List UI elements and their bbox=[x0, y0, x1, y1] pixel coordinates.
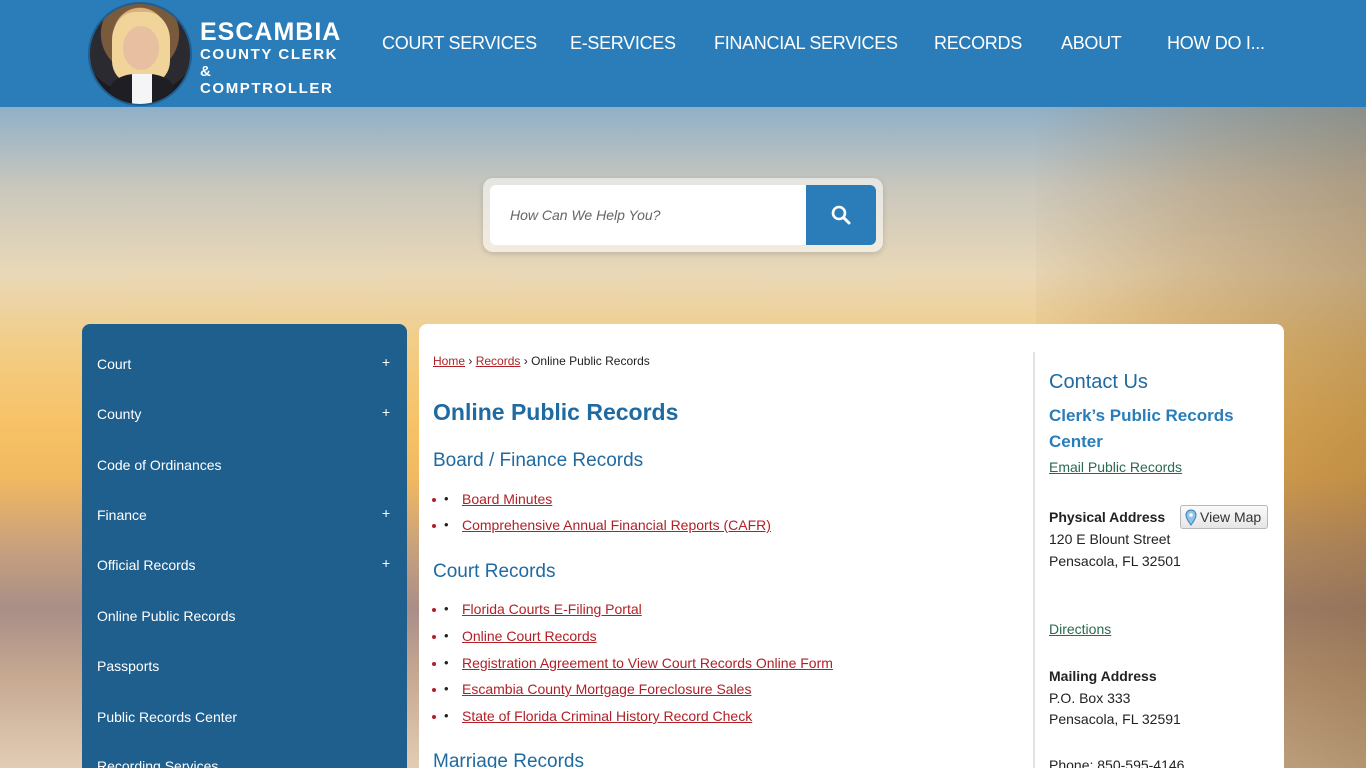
logo-line-2: COUNTY CLERK bbox=[200, 46, 339, 63]
link-registration-agreement[interactable]: Registration Agreement to View Court Rec… bbox=[462, 655, 833, 671]
expand-county-icon[interactable]: + bbox=[382, 404, 390, 420]
mailing-address-label: Mailing Address bbox=[1049, 668, 1157, 684]
physical-address-label: Physical Address bbox=[1049, 509, 1166, 525]
contact-subtitle: Clerk’s Public Records Center bbox=[1049, 406, 1234, 451]
section-heading-board-finance: Board / Finance Records bbox=[433, 450, 644, 471]
search-icon bbox=[831, 205, 851, 225]
page-title: Online Public Records bbox=[433, 399, 679, 425]
email-public-records-link[interactable]: Email Public Records bbox=[1049, 459, 1182, 475]
logo-line-3: & COMPTROLLER bbox=[200, 63, 334, 97]
breadcrumb-current: Online Public Records bbox=[531, 354, 650, 368]
mailing-address-line-2: Pensacola, FL 32591 bbox=[1049, 711, 1181, 727]
nav-court-services[interactable]: COURT SERVICES bbox=[382, 33, 537, 54]
breadcrumb-separator: › bbox=[523, 354, 528, 368]
sidebar-item-court[interactable]: Court bbox=[97, 356, 131, 372]
sidebar-item-recording-services[interactable]: Recording Services bbox=[97, 758, 218, 768]
physical-address-line-2: Pensacola, FL 32501 bbox=[1049, 553, 1181, 569]
nav-how-do-i[interactable]: HOW DO I... bbox=[1167, 33, 1265, 54]
expand-official-records-icon[interactable]: + bbox=[382, 555, 390, 571]
link-board-minutes[interactable]: Board Minutes bbox=[462, 491, 552, 507]
nav-financial-services[interactable]: FINANCIAL SERVICES bbox=[714, 33, 898, 54]
sidebar-item-official-records[interactable]: Official Records bbox=[97, 557, 196, 573]
section-heading-court-records: Court Records bbox=[433, 561, 556, 582]
physical-address-line-1: 120 E Blount Street bbox=[1049, 531, 1171, 547]
contact-phone: Phone: 850-595-4146 bbox=[1049, 757, 1185, 768]
view-map-button[interactable]: View Map bbox=[1180, 505, 1268, 529]
map-pin-icon bbox=[1185, 508, 1197, 526]
expand-finance-icon[interactable]: + bbox=[382, 505, 390, 521]
nav-records[interactable]: RECORDS bbox=[934, 33, 1022, 54]
clerk-portrait bbox=[88, 2, 192, 106]
sidebar-nav: Court + County + Code of Ordinances Fina… bbox=[82, 324, 407, 768]
link-online-court-records[interactable]: Online Court Records bbox=[462, 628, 597, 644]
breadcrumb-separator: › bbox=[468, 354, 473, 368]
logo-line-1: ESCAMBIA bbox=[200, 18, 342, 46]
nav-e-services[interactable]: E-SERVICES bbox=[570, 33, 676, 54]
link-e-filing-portal[interactable]: Florida Courts E-Filing Portal bbox=[462, 601, 642, 617]
section-heading-marriage-records: Marriage Records bbox=[433, 751, 584, 768]
breadcrumb-home[interactable]: Home bbox=[433, 354, 465, 368]
mailing-address-line-1: P.O. Box 333 bbox=[1049, 690, 1131, 706]
column-divider bbox=[1033, 352, 1035, 768]
link-foreclosure-sales[interactable]: Escambia County Mortgage Foreclosure Sal… bbox=[462, 681, 751, 697]
sidebar-item-code-of-ordinances[interactable]: Code of Ordinances bbox=[97, 457, 222, 473]
sidebar-item-county[interactable]: County bbox=[97, 406, 141, 422]
nav-about[interactable]: ABOUT bbox=[1061, 33, 1122, 54]
sidebar-item-passports[interactable]: Passports bbox=[97, 658, 159, 674]
sidebar-item-public-records-center[interactable]: Public Records Center bbox=[97, 709, 237, 725]
search-input[interactable] bbox=[490, 185, 806, 245]
link-criminal-history-check[interactable]: State of Florida Criminal History Record… bbox=[462, 708, 752, 724]
contact-title: Contact Us bbox=[1049, 371, 1148, 393]
site-logo[interactable]: ESCAMBIA COUNTY CLERK & COMPTROLLER bbox=[88, 2, 348, 106]
expand-court-icon[interactable]: + bbox=[382, 354, 390, 370]
directions-link[interactable]: Directions bbox=[1049, 621, 1111, 637]
view-map-label: View Map bbox=[1200, 509, 1262, 525]
logo-text: ESCAMBIA COUNTY CLERK & COMPTROLLER bbox=[200, 18, 348, 97]
sidebar-item-online-public-records[interactable]: Online Public Records bbox=[97, 608, 236, 624]
search-button[interactable] bbox=[806, 185, 876, 245]
sidebar-item-finance[interactable]: Finance bbox=[97, 507, 147, 523]
link-cafr[interactable]: Comprehensive Annual Financial Reports (… bbox=[462, 517, 771, 533]
breadcrumb: Home › Records › Online Public Records bbox=[433, 354, 650, 368]
breadcrumb-records[interactable]: Records bbox=[476, 354, 521, 368]
site-header: ESCAMBIA COUNTY CLERK & COMPTROLLER COUR… bbox=[0, 0, 1366, 107]
